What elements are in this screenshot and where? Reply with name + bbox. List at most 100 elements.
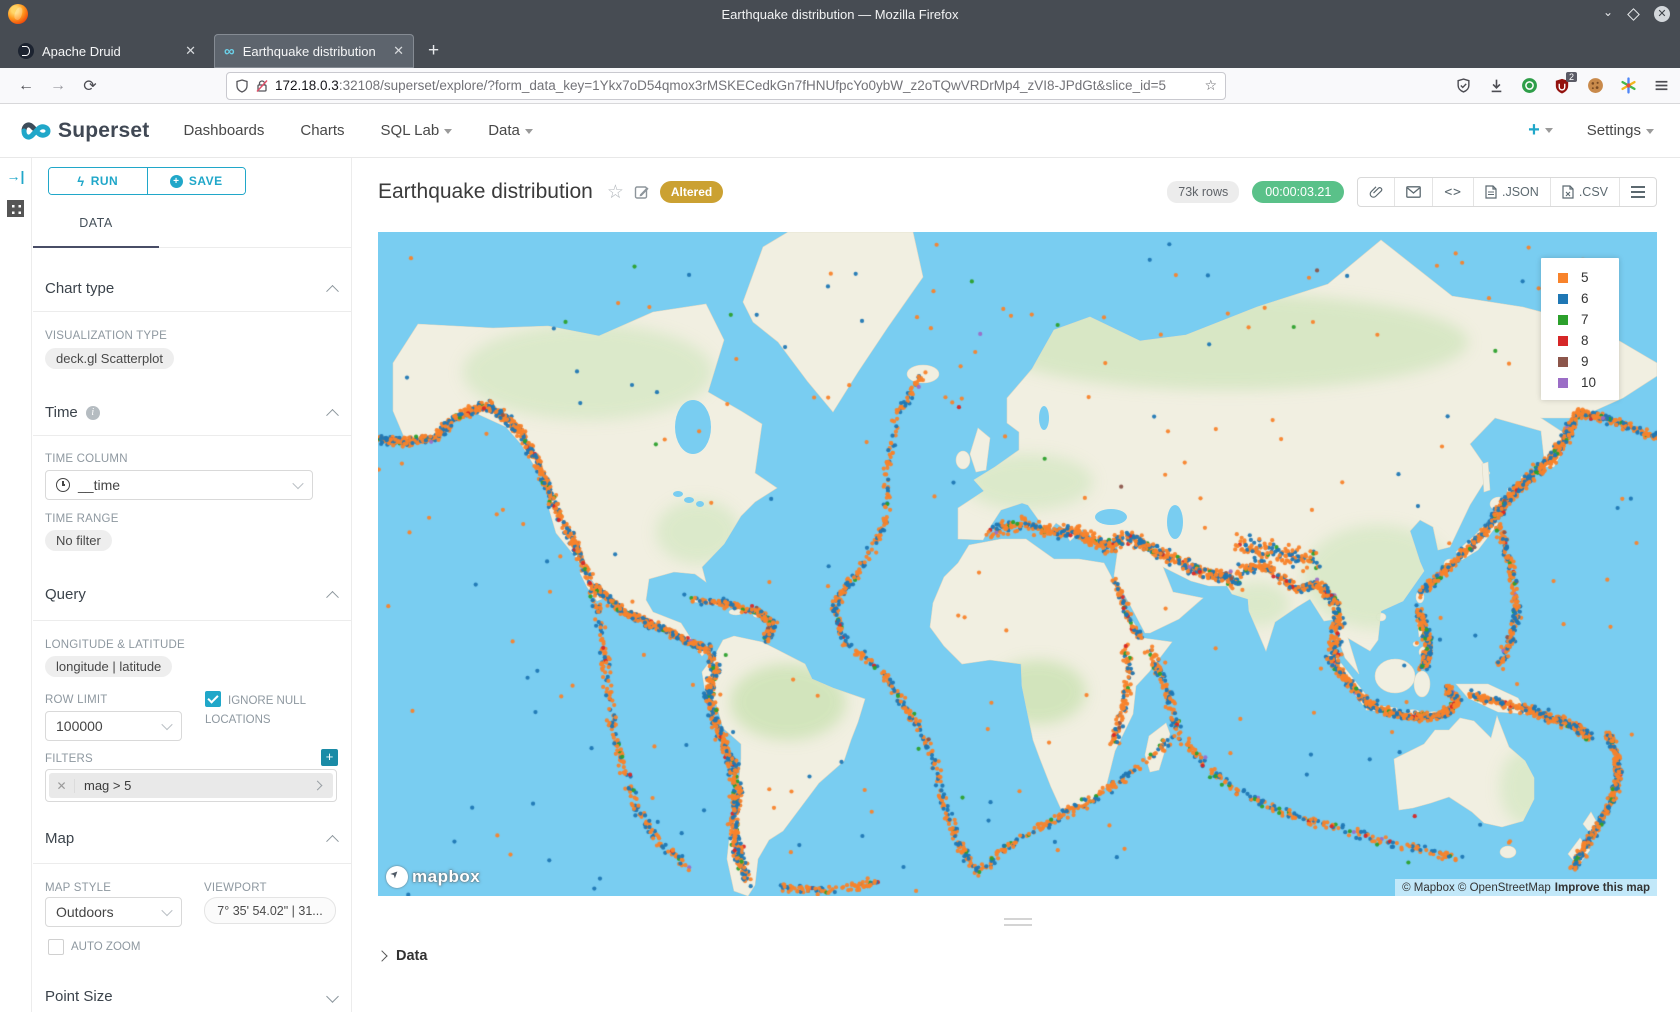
- filter-box: ✕ mag > 5: [45, 769, 337, 802]
- altered-badge[interactable]: Altered: [660, 181, 723, 203]
- time-column-label: TIME COLUMN: [45, 453, 128, 465]
- chart-area: Earthquake distribution ☆ Altered 73k ro…: [352, 158, 1680, 1012]
- downloads-icon[interactable]: [1487, 77, 1505, 95]
- ignore-null-checkbox[interactable]: [205, 691, 221, 707]
- deckgl-scatter-map[interactable]: 5678910 mapbox © Mapbox © OpenStreetMap …: [378, 232, 1657, 896]
- settings-menu[interactable]: Settings: [1587, 122, 1654, 139]
- tracking-shield-icon[interactable]: [235, 79, 249, 93]
- map-style-select[interactable]: Outdoors: [45, 897, 182, 927]
- favorite-star-icon[interactable]: ☆: [607, 181, 624, 204]
- info-icon: i: [86, 406, 100, 420]
- insecure-lock-icon[interactable]: [255, 79, 269, 93]
- filter-item[interactable]: ✕ mag > 5: [49, 773, 333, 798]
- browser-toolbar: ← → ⟳ 172.18.0.3:32108/superset/explore/…: [0, 68, 1680, 104]
- pinwheel-extension-icon[interactable]: [1619, 77, 1637, 95]
- data-panel-toggle[interactable]: Data: [378, 948, 1657, 964]
- legend-label: 8: [1581, 333, 1589, 348]
- viz-type-value[interactable]: deck.gl Scatterplot: [45, 348, 174, 369]
- legend-swatch-icon: [1558, 378, 1568, 388]
- chevron-down-icon: [161, 905, 172, 916]
- filter-value: mag > 5: [75, 778, 314, 793]
- chevron-right-icon: [376, 950, 387, 961]
- menu-hamburger-icon[interactable]: [1652, 77, 1670, 95]
- tab-earthquake-distribution[interactable]: ∞ Earthquake distribution ✕: [214, 34, 414, 68]
- cookie-extension-icon[interactable]: [1586, 77, 1604, 95]
- menu-dashboards[interactable]: Dashboards: [183, 122, 264, 139]
- run-button[interactable]: ϟRUN: [49, 168, 148, 194]
- tab-close-icon[interactable]: ✕: [185, 43, 196, 59]
- reload-button[interactable]: ⟳: [74, 76, 106, 96]
- attribution-text[interactable]: © Mapbox © OpenStreetMap: [1402, 882, 1551, 894]
- superset-infinity-icon: [14, 118, 52, 144]
- save-button[interactable]: +SAVE: [148, 168, 246, 194]
- url-text[interactable]: 172.18.0.3:32108/superset/explore/?form_…: [275, 78, 1198, 93]
- chevron-down-icon: [1545, 128, 1553, 133]
- new-tab-button[interactable]: +: [428, 40, 439, 62]
- superset-logo[interactable]: Superset: [14, 118, 149, 144]
- time-column-select[interactable]: __time: [45, 470, 313, 500]
- copy-link-button[interactable]: [1358, 178, 1395, 206]
- chart-menu-button[interactable]: [1620, 178, 1656, 206]
- chevron-up-icon[interactable]: [326, 285, 339, 298]
- row-limit-select[interactable]: 100000: [45, 711, 182, 741]
- menu-data[interactable]: Data: [488, 122, 533, 139]
- chevron-down-icon[interactable]: [326, 990, 339, 1003]
- ublock-icon[interactable]: 2: [1553, 77, 1571, 95]
- forward-button[interactable]: →: [42, 77, 74, 95]
- export-csv-button[interactable]: .CSV: [1551, 178, 1620, 206]
- lonlat-label: LONGITUDE & LATITUDE: [45, 639, 185, 651]
- legend-entry[interactable]: 6: [1558, 288, 1619, 309]
- menu-sql-lab[interactable]: SQL Lab: [381, 122, 453, 139]
- legend-entry[interactable]: 10: [1558, 372, 1619, 393]
- tab-apache-druid[interactable]: Apache Druid ✕: [8, 34, 206, 68]
- legend-entry[interactable]: 8: [1558, 330, 1619, 351]
- chevron-up-icon[interactable]: [326, 409, 339, 422]
- viewport-value[interactable]: 7° 35' 54.02" | 31...: [204, 897, 336, 924]
- lonlat-value[interactable]: longitude | latitude: [45, 656, 172, 677]
- resize-drag-handle[interactable]: [1004, 918, 1032, 926]
- back-button[interactable]: ←: [10, 77, 42, 95]
- left-icon-strip: →|: [0, 158, 32, 1012]
- extension-green-icon[interactable]: [1520, 77, 1538, 95]
- firefox-titlebar: Earthquake distribution — Mozilla Firefo…: [0, 0, 1680, 28]
- tab-close-icon[interactable]: ✕: [393, 43, 404, 59]
- edit-properties-icon[interactable]: [634, 184, 650, 200]
- legend-entry[interactable]: 5: [1558, 267, 1619, 288]
- section-point-size[interactable]: Point Size: [45, 988, 337, 1005]
- embed-code-button[interactable]: <>: [1433, 178, 1474, 206]
- dataset-grid-icon[interactable]: [7, 200, 24, 217]
- chevron-up-icon[interactable]: [326, 835, 339, 848]
- bookmark-star-icon[interactable]: ☆: [1204, 77, 1217, 94]
- section-chart-type[interactable]: Chart type: [45, 280, 337, 297]
- chevron-down-icon: [161, 719, 172, 730]
- legend-entry[interactable]: 9: [1558, 351, 1619, 372]
- protections-shield-icon[interactable]: [1454, 77, 1472, 95]
- legend-entry[interactable]: 7: [1558, 309, 1619, 330]
- section-time[interactable]: Timei: [45, 404, 337, 421]
- improve-map-link[interactable]: Improve this map: [1555, 882, 1650, 894]
- url-bar[interactable]: 172.18.0.3:32108/superset/explore/?form_…: [226, 72, 1226, 100]
- chevron-down-icon: [1646, 129, 1654, 134]
- section-query[interactable]: Query: [45, 586, 337, 603]
- time-range-value[interactable]: No filter: [45, 530, 112, 551]
- add-filter-button[interactable]: +: [321, 749, 338, 766]
- email-button[interactable]: [1395, 178, 1433, 206]
- auto-zoom-checkbox[interactable]: [48, 939, 64, 955]
- menu-charts[interactable]: Charts: [300, 122, 344, 139]
- window-close-button[interactable]: ✕: [1654, 6, 1670, 22]
- chevron-up-icon[interactable]: [326, 591, 339, 604]
- screen: Earthquake distribution — Mozilla Firefo…: [0, 0, 1680, 1012]
- add-new-button[interactable]: +: [1528, 119, 1553, 142]
- remove-filter-icon[interactable]: ✕: [49, 779, 75, 793]
- tab-data[interactable]: DATA: [33, 216, 159, 230]
- export-json-button[interactable]: .JSON: [1474, 178, 1551, 206]
- window-maximize-button[interactable]: [1627, 8, 1640, 21]
- magnitude-legend: 567 8 910: [1541, 258, 1619, 400]
- window-minimize-button[interactable]: ⌄: [1603, 6, 1613, 18]
- mapbox-logo[interactable]: mapbox: [386, 866, 480, 888]
- expand-datasource-icon[interactable]: →|: [7, 168, 25, 184]
- map-style-label: MAP STYLE: [45, 882, 111, 894]
- section-map[interactable]: Map: [45, 830, 337, 847]
- legend-swatch-icon: [1558, 315, 1568, 325]
- ublock-badge: 2: [1566, 72, 1577, 82]
